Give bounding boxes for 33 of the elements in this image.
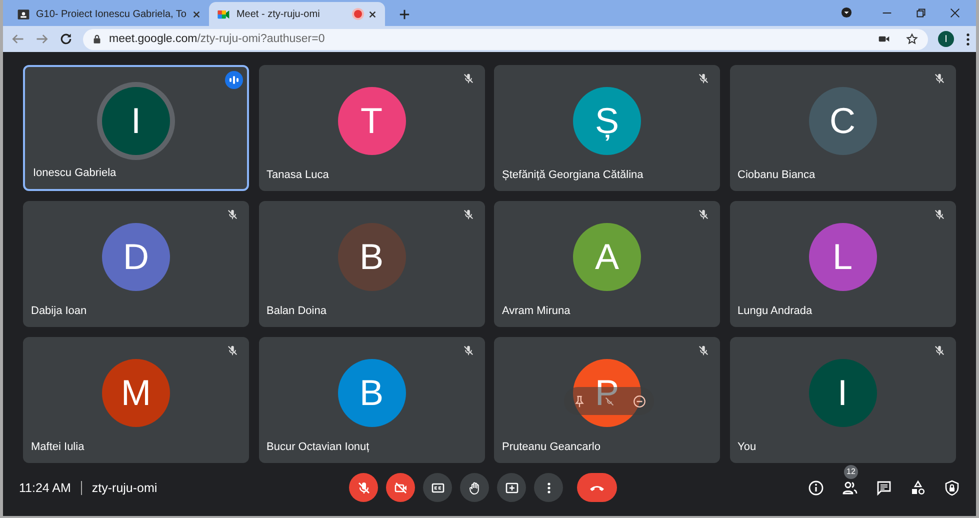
avatar: I (808, 359, 876, 427)
participant-count: 12 (844, 464, 858, 478)
participant-name: Lungu Andrada (738, 305, 812, 317)
tab-title: G10- Proiect Ionescu Gabriela, To (36, 8, 186, 20)
avatar: B (338, 359, 406, 427)
browser-tab[interactable]: G10- Proiect Ionescu Gabriela, To (9, 2, 210, 26)
participant-name: Bucur Octavian Ionuț (266, 441, 370, 453)
participant-name: Ionescu Gabriela (33, 167, 116, 179)
meeting-code: zty-ruju-omi (92, 480, 158, 494)
participant-name: Ciobanu Bianca (738, 169, 816, 181)
browser-tab[interactable]: Meet - zty-ruju-omi (209, 2, 386, 26)
avatar: Ș (573, 87, 641, 155)
participant-name: Balan Doina (266, 305, 326, 317)
clock-time: 11:24 AM (19, 480, 71, 494)
participant-name: Pruteanu Geancarlo (502, 441, 600, 453)
tab-title: Meet - zty-ruju-omi (236, 8, 321, 20)
participant-name: Avram Miruna (502, 305, 570, 317)
avatar: I (102, 87, 170, 155)
avatar: L (808, 223, 876, 291)
avatar: T (338, 87, 406, 155)
participant-name: You (738, 441, 756, 453)
avatar: M (102, 359, 170, 427)
avatar: A (573, 223, 641, 291)
participant-name: Maftei Iulia (31, 441, 84, 453)
address-bar[interactable]: meet.google.com/zty-ruju-omi?authuser=0 (83, 28, 928, 50)
participant-name: Ștefăniță Georgiana Cătălina (502, 169, 644, 181)
participant-name: Dabija Ioan (31, 305, 87, 317)
avatar: B (338, 223, 406, 291)
url-text: meet.google.com/zty-ruju-omi?authuser=0 (109, 33, 325, 45)
avatar: C (808, 87, 876, 155)
participant-name: Tanasa Luca (266, 169, 329, 181)
avatar: D (102, 223, 170, 291)
profile-avatar[interactable]: I (938, 31, 954, 47)
